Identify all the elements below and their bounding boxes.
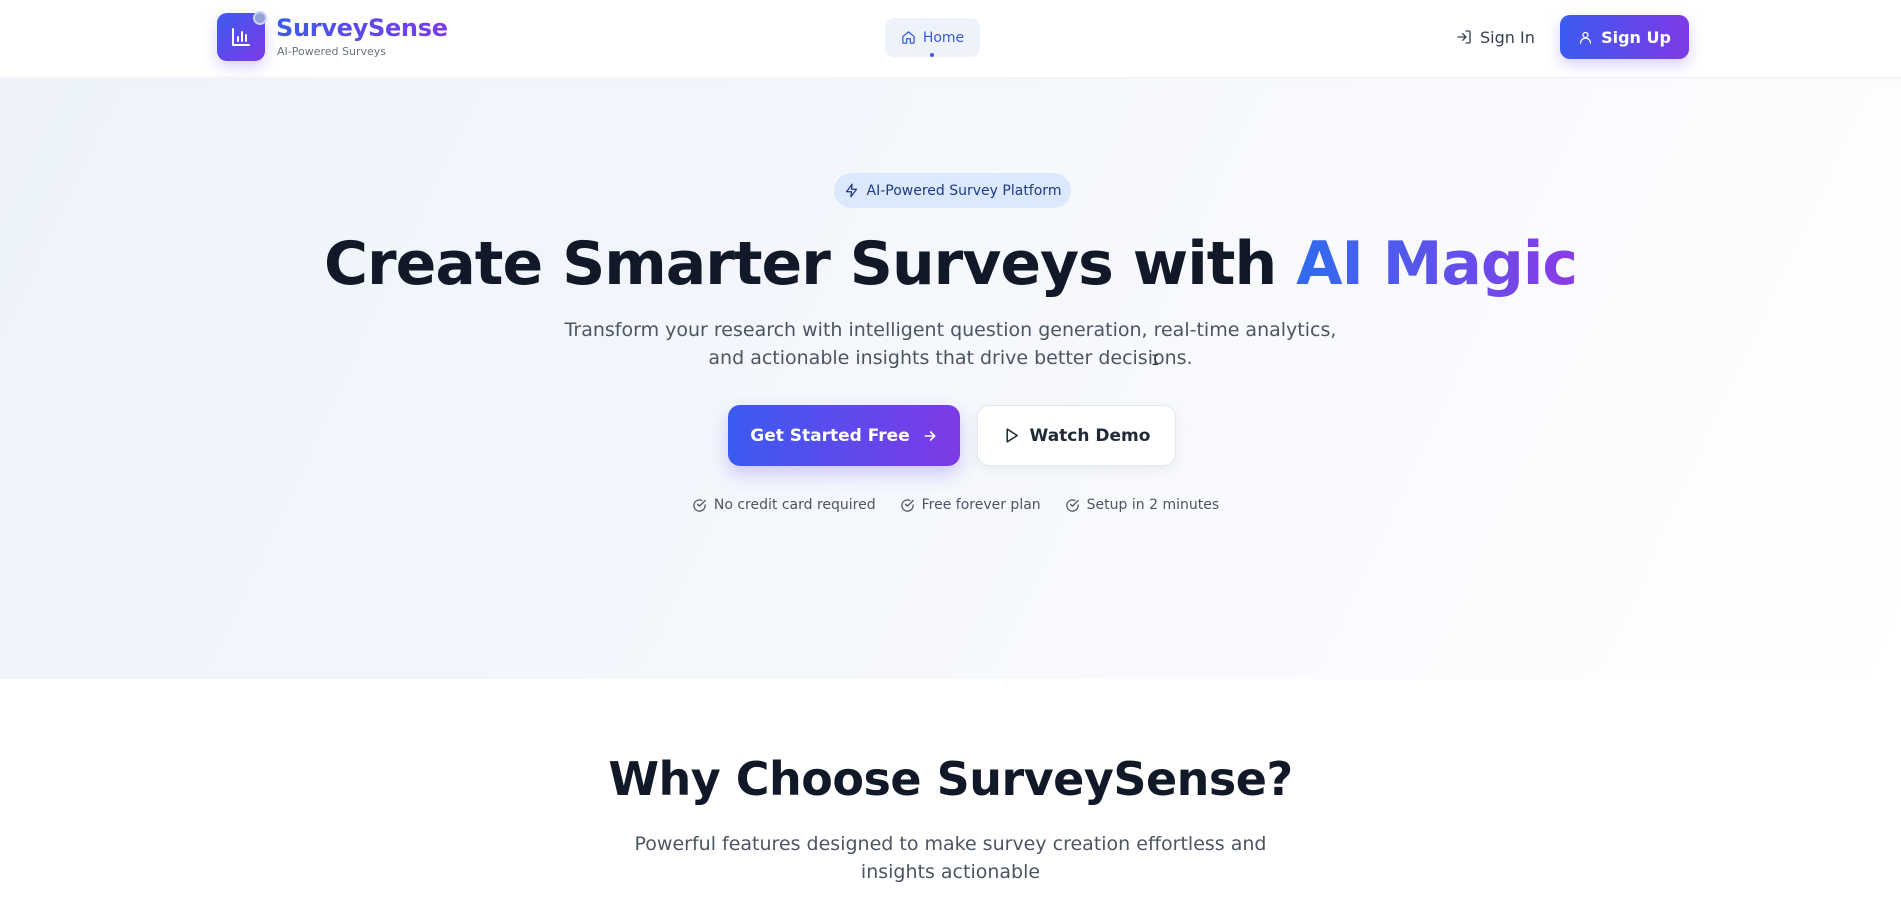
watch-demo-button[interactable]: Watch Demo (977, 405, 1176, 466)
get-started-button[interactable]: Get Started Free (728, 405, 960, 466)
nav-item-home-label: Home (922, 29, 965, 46)
arrow-right-icon (924, 430, 936, 441)
platform-badge: AI-Powered Survey Platform (834, 173, 1071, 208)
platform-badge-label: AI-Powered Survey Platform (866, 182, 1062, 199)
brand-tagline: AI-Powered Surveys (277, 45, 386, 58)
brand-name[interactable]: SurveySense (276, 14, 448, 42)
log-in-icon (1457, 30, 1471, 44)
bar-chart-icon (232, 28, 250, 46)
brand-logo[interactable] (217, 11, 267, 61)
check-circle-icon (693, 498, 706, 512)
home-icon (902, 31, 915, 44)
zap-icon (845, 183, 857, 198)
perk-label: Setup in 2 minutes (1086, 497, 1220, 513)
play-icon (1006, 428, 1018, 443)
sign-in-label: Sign In (1480, 27, 1535, 47)
watch-demo-label: Watch Demo (1029, 425, 1151, 446)
perk-item: Free forever plan (900, 497, 1041, 513)
text-cursor-icon: I (1151, 353, 1160, 369)
features-title: Why Choose SurveySense? (608, 752, 1293, 806)
sign-up-button[interactable]: Sign Up (1560, 15, 1689, 59)
features-subtitle: Powerful features designed to make surve… (634, 833, 1267, 883)
user-icon (1579, 31, 1592, 44)
hero-title-main: Create Smarter Surveys with (324, 229, 1297, 299)
perk-label: No credit card required (713, 497, 876, 513)
logo-status-dot (253, 11, 267, 25)
active-indicator-dot (930, 53, 934, 57)
hero-title-accent: AI Magic (1296, 229, 1578, 299)
top-navigation-bar: SurveySense AI-Powered Surveys Home Sign… (0, 0, 1901, 78)
hero-subtitle: Transform your research with intelligent… (564, 319, 1337, 369)
get-started-label: Get Started Free (750, 425, 910, 446)
check-circle-icon (1065, 498, 1079, 512)
perks-list: No credit card required Free forever pla… (0, 497, 1901, 513)
nav-item-home[interactable]: Home (885, 18, 980, 57)
sign-in-link[interactable]: Sign In (1456, 22, 1535, 52)
perk-item: Setup in 2 minutes (1065, 497, 1219, 513)
check-circle-icon (900, 498, 914, 512)
hero-title: Create Smarter Surveys with AI Magic (0, 229, 1901, 299)
perk-label: Free forever plan (921, 497, 1041, 513)
hero-section: AI-Powered Survey Platform Create Smarte… (0, 79, 1901, 679)
sign-up-label: Sign Up (1601, 27, 1671, 47)
perk-item: No credit card required (692, 497, 876, 513)
